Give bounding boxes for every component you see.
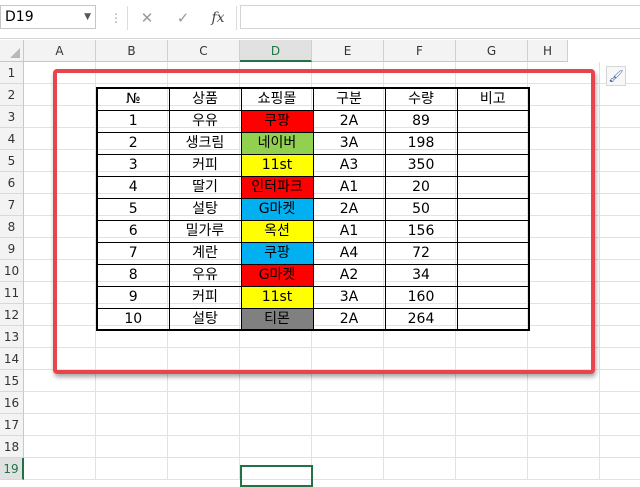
row-header-19[interactable]: 19 [0, 458, 24, 480]
highlight-box [53, 69, 595, 374]
row-header-3[interactable]: 3 [0, 106, 24, 128]
row-header-13[interactable]: 13 [0, 326, 24, 348]
row-header-11[interactable]: 11 [0, 282, 24, 304]
cancel-glyph: ✕ [140, 9, 154, 27]
row-header-7[interactable]: 7 [0, 194, 24, 216]
column-header-c[interactable]: C [168, 40, 240, 62]
more-options-icon[interactable]: ⋮ [110, 11, 122, 25]
row-header-15[interactable]: 15 [0, 370, 24, 392]
formula-input[interactable] [240, 5, 640, 29]
name-box-value: D19 [5, 9, 34, 25]
column-header-g[interactable]: G [456, 40, 528, 62]
format-painter-icon[interactable]: 🖌 [606, 66, 626, 86]
row-header-12[interactable]: 12 [0, 304, 24, 326]
row-header-17[interactable]: 17 [0, 414, 24, 436]
name-box[interactable]: D19 ▼ [0, 5, 96, 29]
row-header-2[interactable]: 2 [0, 84, 24, 106]
row-header-6[interactable]: 6 [0, 172, 24, 194]
row-header-5[interactable]: 5 [0, 150, 24, 172]
divider [127, 6, 128, 30]
fx-glyph: fx [211, 10, 225, 26]
selected-cell[interactable] [240, 465, 313, 487]
row-header-4[interactable]: 4 [0, 128, 24, 150]
insert-function-icon[interactable]: fx [207, 8, 229, 28]
column-header-b[interactable]: B [96, 40, 168, 62]
select-all-icon [10, 48, 20, 58]
row-header-14[interactable]: 14 [0, 348, 24, 370]
column-header-h[interactable]: H [528, 40, 568, 62]
row-header-18[interactable]: 18 [0, 436, 24, 458]
chevron-down-icon[interactable]: ▼ [84, 6, 91, 28]
column-header-e[interactable]: E [312, 40, 384, 62]
row-header-9[interactable]: 9 [0, 238, 24, 260]
formula-bar: D19 ▼ ⋮ ✕ ✓ fx [0, 0, 640, 39]
enter-icon[interactable]: ✓ [172, 8, 194, 28]
row-header-10[interactable]: 10 [0, 260, 24, 282]
row-header-1[interactable]: 1 [0, 62, 24, 84]
enter-glyph: ✓ [176, 9, 190, 27]
column-header-d[interactable]: D [240, 40, 312, 62]
cancel-icon[interactable]: ✕ [136, 8, 158, 28]
row-header-8[interactable]: 8 [0, 216, 24, 238]
column-header-a[interactable]: A [24, 40, 96, 62]
row-header-16[interactable]: 16 [0, 392, 24, 414]
column-header-f[interactable]: F [384, 40, 456, 62]
divider [236, 6, 237, 30]
select-all-button[interactable] [0, 40, 24, 62]
